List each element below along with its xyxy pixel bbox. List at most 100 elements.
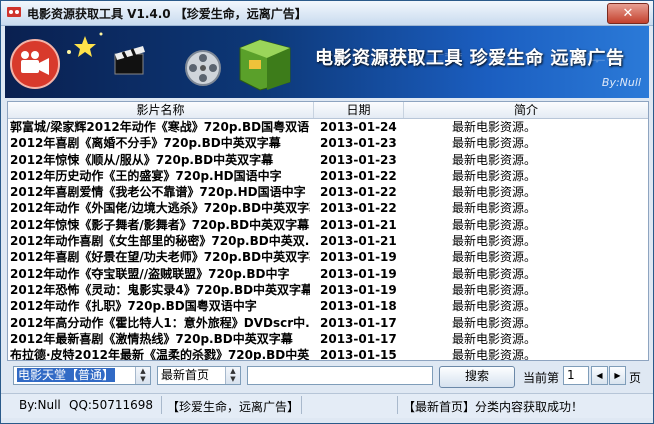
row-date: 2013-01-22 xyxy=(320,185,397,200)
box-icon xyxy=(239,39,291,91)
table-row[interactable]: 2012年动作《扎职》720p.BD国粤双语中字 2013-01-18 最新电影资源… xyxy=(8,298,648,314)
control-bar: 电影天堂【普通】 ▲ ▼ 最新首页 ▲ ▼ 搜索 当前第 1 ◀ ▶ 页 xyxy=(1,363,653,389)
row-note: 最新电影资源。 xyxy=(452,152,537,167)
category-select-value: 最新首页 xyxy=(161,368,210,382)
row-note: 最新电影资源。 xyxy=(452,168,537,183)
table-header: 影片名称 日期 简介 xyxy=(8,102,648,119)
table-row[interactable]: 2012年惊悚《顺从/服从》720p.BD中英双字幕 2013-01-23 最新电影… xyxy=(8,152,648,168)
table-row[interactable]: 2012年最新喜剧《激情热线》720p.BD中英双字幕 2013-01-17 最新电… xyxy=(8,331,648,347)
column-header-title[interactable]: 影片名称 xyxy=(8,102,314,118)
row-title: 2012年喜剧爱情《我老公不靠谱》720p.HD国语中字 xyxy=(10,185,306,200)
banner-author: By:Null xyxy=(601,76,641,89)
window-title: 电影资源获取工具 V1.4.0 【珍爱生命，远离广告】 xyxy=(27,7,307,21)
table-row[interactable]: 2012年惊悚《影子舞者/影舞者》720p.BD中英双字幕 2013-01-21 最… xyxy=(8,217,648,233)
row-date: 2013-01-21 xyxy=(320,234,397,249)
status-divider xyxy=(397,396,398,414)
search-button[interactable]: 搜索 xyxy=(439,366,515,388)
row-date: 2013-01-19 xyxy=(320,250,397,265)
banner-headline-reflection: 电影资源获取工具 珍爱生命 远离广告 xyxy=(315,51,625,63)
banner: 电影资源获取工具 珍爱生命 远离广告 电影资源获取工具 珍爱生命 远离广告 By… xyxy=(5,26,649,98)
row-date: 2013-01-19 xyxy=(320,266,397,281)
row-note: 最新电影资源。 xyxy=(452,234,537,249)
status-divider xyxy=(301,396,302,414)
table-row[interactable]: 2012年动作《外国佬/边境大逃杀》720p.BD中英双字幕 2013-01-22… xyxy=(8,200,648,216)
table-row[interactable]: 2012年动作《夺宝联盟//盗贼联盟》720p.BD中字 2013-01-19 最新… xyxy=(8,266,648,282)
status-slogan: 【珍爱生命，远离广告】 xyxy=(167,400,300,414)
table-row[interactable]: 2012年恐怖《灵动：鬼影实录4》720p.BD中英双字幕 2013-01-19 最… xyxy=(8,282,648,298)
spin-updown-icon[interactable]: ▲ ▼ xyxy=(225,367,240,384)
table-body: 郭富城/梁家辉2012年动作《寒战》720p.BD国粤双语... 2013-01-… xyxy=(8,119,648,361)
row-title: 2012年惊悚《影子舞者/影舞者》720p.BD中英双字幕 xyxy=(10,217,310,232)
row-date: 2013-01-15 xyxy=(320,348,397,361)
row-title: 2012年动作《外国佬/边境大逃杀》720p.BD中英双字幕 xyxy=(10,201,310,216)
row-date: 2013-01-18 xyxy=(320,299,397,314)
row-note: 最新电影资源。 xyxy=(452,299,537,314)
row-note: 最新电影资源。 xyxy=(452,136,537,151)
row-date: 2013-01-17 xyxy=(320,315,397,330)
row-title: 2012年喜剧《好景在望/功夫老师》720p.BD中英双字幕 xyxy=(10,250,310,265)
row-title: 2012年动作《夺宝联盟//盗贼联盟》720p.BD中字 xyxy=(10,266,290,281)
table-row[interactable]: 2012年喜剧爱情《我老公不靠谱》720p.HD国语中字 2013-01-22 最新… xyxy=(8,184,648,200)
status-qq: QQ:50711698 xyxy=(69,398,154,412)
category-select[interactable]: 最新首页 ▲ ▼ xyxy=(157,366,241,385)
row-title: 2012年历史动作《王的盛宴》720p.HD国语中字 xyxy=(10,168,282,183)
chevron-right-icon: ▶ xyxy=(614,371,621,380)
clapperboard-icon xyxy=(114,46,145,75)
row-date: 2013-01-24 xyxy=(320,120,397,134)
row-date: 2013-01-23 xyxy=(320,152,397,167)
row-note: 最新电影资源。 xyxy=(452,201,537,216)
app-window: 电影资源获取工具 V1.4.0 【珍爱生命，远离广告】 ✕ 电影资源获取工具 珍… xyxy=(0,0,654,424)
source-select[interactable]: 电影天堂【普通】 ▲ ▼ xyxy=(13,366,151,385)
table-row[interactable]: 2012年动作喜剧《女生部里的秘密》720p.BD中英双... 2013-01-2… xyxy=(8,233,648,249)
spin-updown-icon[interactable]: ▲ ▼ xyxy=(135,367,150,384)
table-row[interactable]: 2012年高分动作《霍比特人1：意外旅程》DVDscr中... 2013-01-1… xyxy=(8,315,648,331)
row-note: 最新电影资源。 xyxy=(452,282,537,297)
banner-artwork xyxy=(10,32,291,91)
table-row[interactable]: 2012年历史动作《王的盛宴》720p.HD国语中字 2013-01-22 最新电影… xyxy=(8,168,648,184)
row-note: 最新电影资源。 xyxy=(452,217,537,232)
row-note: 最新电影资源。 xyxy=(452,315,537,330)
movie-table[interactable]: 影片名称 日期 简介 郭富城/梁家辉2012年动作《寒战》720p.BD国粤双语… xyxy=(7,101,649,361)
row-title: 2012年喜剧《离婚不分手》720p.BD中英双字幕 xyxy=(10,136,281,151)
row-title: 布拉德·皮特2012年最新《温柔的杀戮》720p.BD中英... xyxy=(10,348,310,361)
row-title: 2012年高分动作《霍比特人1：意外旅程》DVDscr中... xyxy=(10,315,310,330)
source-select-value: 电影天堂【普通】 xyxy=(17,368,116,382)
prev-page-button[interactable]: ◀ xyxy=(591,366,608,385)
row-date: 2013-01-22 xyxy=(320,201,397,216)
table-row[interactable]: 郭富城/梁家辉2012年动作《寒战》720p.BD国粤双语... 2013-01-… xyxy=(8,119,648,135)
search-input[interactable] xyxy=(247,366,433,385)
row-note: 最新电影资源。 xyxy=(452,250,537,265)
row-date: 2013-01-23 xyxy=(320,136,397,151)
page-number-input[interactable]: 1 xyxy=(563,366,589,385)
close-button[interactable]: ✕ xyxy=(607,3,649,24)
table-row[interactable]: 2012年喜剧《好景在望/功夫老师》720p.BD中英双字幕 2013-01-19… xyxy=(8,249,648,265)
row-title: 2012年动作喜剧《女生部里的秘密》720p.BD中英双... xyxy=(10,234,310,249)
close-icon: ✕ xyxy=(622,6,634,21)
page-label: 当前第 xyxy=(523,371,560,385)
row-date: 2013-01-21 xyxy=(320,217,397,232)
row-title: 郭富城/梁家辉2012年动作《寒战》720p.BD国粤双语... xyxy=(10,120,310,134)
column-header-note[interactable]: 简介 xyxy=(404,102,648,118)
table-row[interactable]: 2012年喜剧《离婚不分手》720p.BD中英双字幕 2013-01-23 最新电影… xyxy=(8,135,648,151)
status-message: 【最新首页】分类内容获取成功！ xyxy=(403,400,584,414)
row-date: 2013-01-22 xyxy=(320,168,397,183)
film-reel-icon xyxy=(185,50,221,86)
table-row[interactable]: 布拉德·皮特2012年最新《温柔的杀戮》720p.BD中英... 2013-01-… xyxy=(8,347,648,361)
page-unit-label: 页 xyxy=(629,371,642,385)
row-title: 2012年恐怖《灵动：鬼影实录4》720p.BD中英双字幕 xyxy=(10,282,310,297)
row-note: 最新电影资源。 xyxy=(452,185,537,200)
row-date: 2013-01-19 xyxy=(320,282,397,297)
status-divider xyxy=(161,396,162,414)
column-header-date[interactable]: 日期 xyxy=(314,102,404,118)
title-bar[interactable]: 电影资源获取工具 V1.4.0 【珍爱生命，远离广告】 ✕ xyxy=(1,1,653,26)
row-note: 最新电影资源。 xyxy=(452,266,537,281)
chevron-left-icon: ◀ xyxy=(596,371,603,380)
film-app-icon xyxy=(7,7,21,17)
row-note: 最新电影资源。 xyxy=(452,120,537,134)
row-date: 2013-01-17 xyxy=(320,331,397,346)
status-bar: By:Null QQ:50711698 【珍爱生命，远离广告】 【最新首页】分类… xyxy=(1,393,653,418)
next-page-button[interactable]: ▶ xyxy=(609,366,626,385)
status-author: By:Null xyxy=(19,398,61,412)
star-icon xyxy=(67,32,103,57)
camera-icon xyxy=(10,39,60,89)
